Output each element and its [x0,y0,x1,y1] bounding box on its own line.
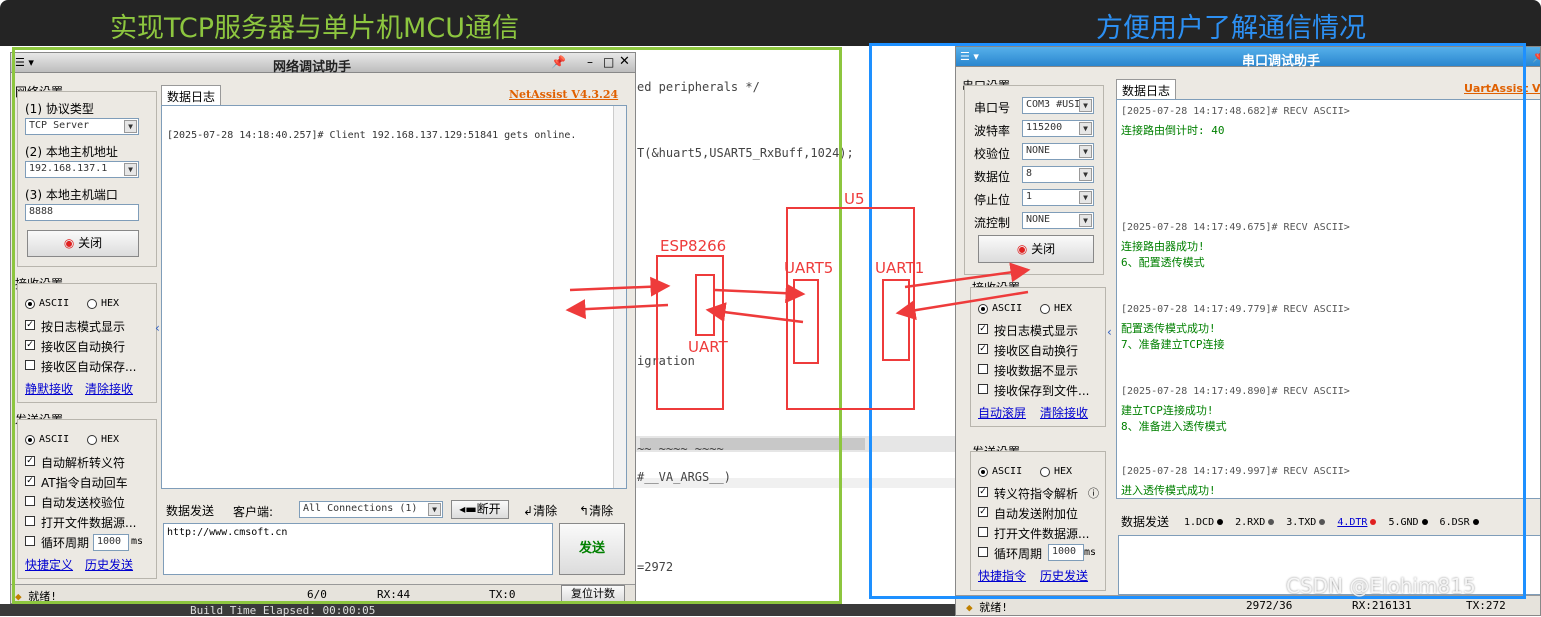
arrow-to-uartassist [904,262,1031,289]
arrow-uart5-to-esp [705,302,804,324]
arrow-overlay [565,262,1031,324]
arrow-to-esp [569,276,671,297]
arrow-from-uartassist [895,290,1029,321]
arrow-from-esp [565,299,669,320]
arrow-esp-to-uart5 [714,283,806,304]
watermark: CSDN @Elohim815 [1286,574,1476,598]
